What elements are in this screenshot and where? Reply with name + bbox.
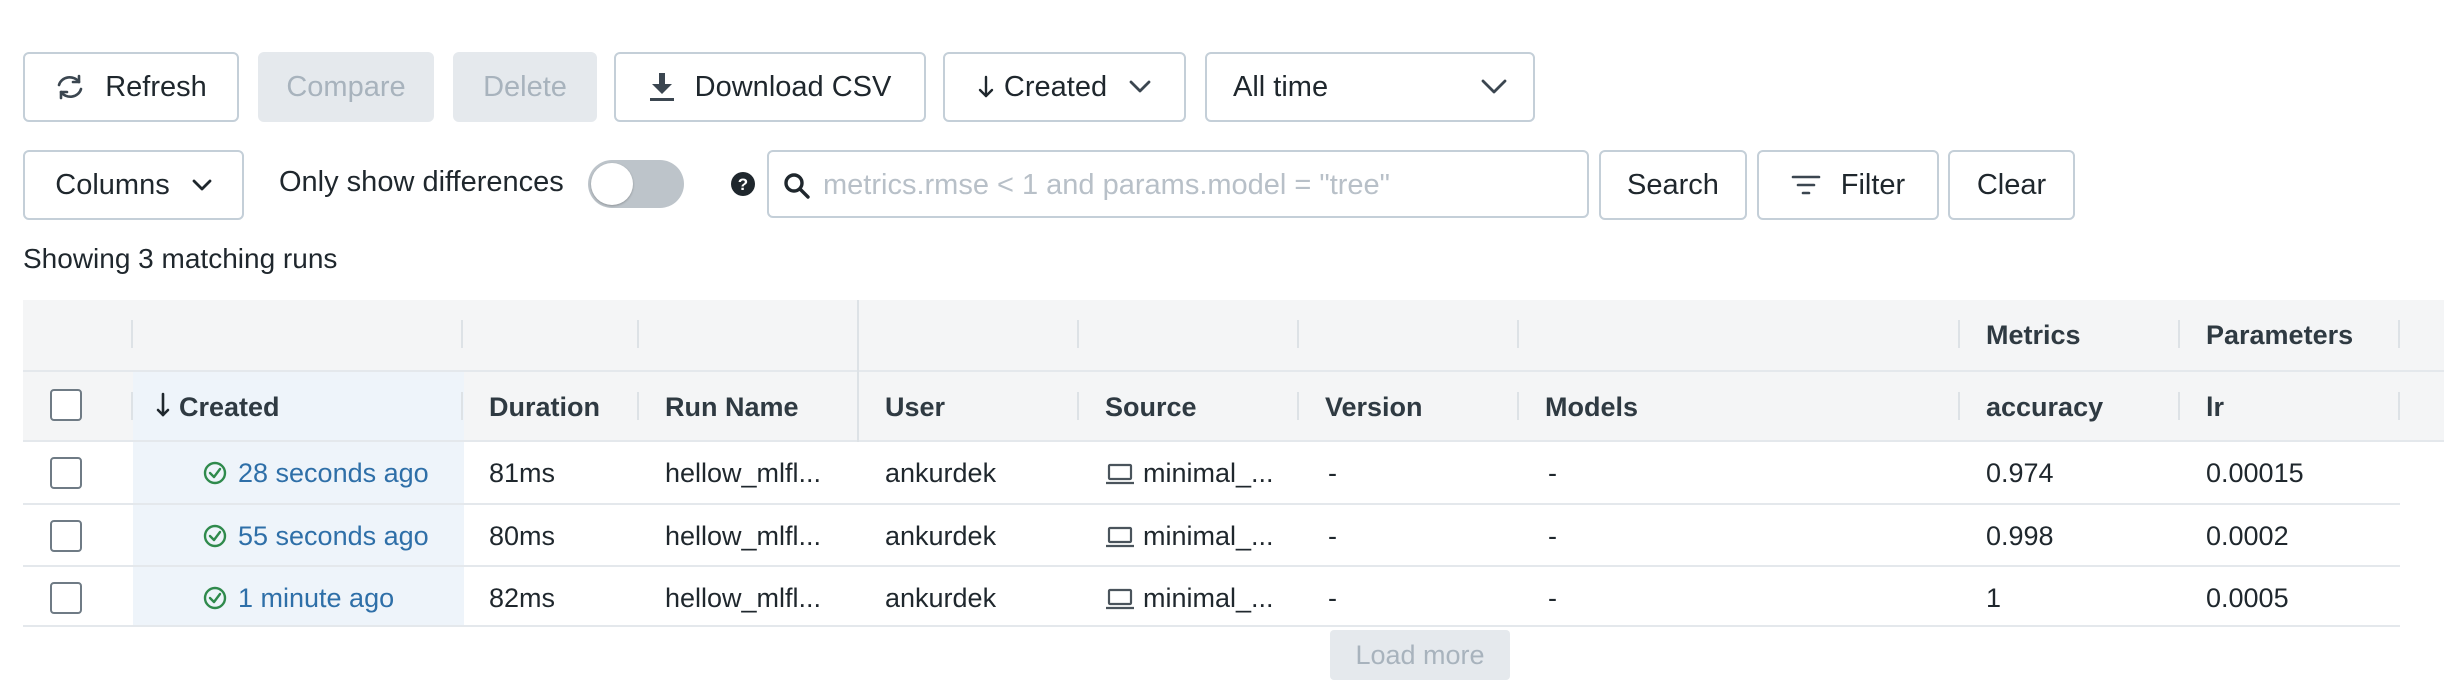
filter-icon <box>1791 174 1821 196</box>
clear-label: Clear <box>1976 168 2047 201</box>
refresh-button[interactable]: Refresh <box>23 52 239 122</box>
run-version: - <box>1328 583 1337 613</box>
run-duration: 81ms <box>489 458 556 488</box>
col-lr[interactable]: lr <box>2206 392 2224 423</box>
run-accuracy: 0.998 <box>1986 521 2054 551</box>
sort-label: Created <box>1003 70 1108 103</box>
chevron-down-icon <box>1129 80 1151 94</box>
delete-button[interactable]: Delete <box>453 52 597 122</box>
run-source[interactable]: minimal_... <box>1143 458 1274 489</box>
run-name[interactable]: hellow_mlfl... <box>665 583 821 614</box>
laptop-icon <box>1105 525 1135 554</box>
col-created[interactable]: Created <box>179 392 280 423</box>
col-version[interactable]: Version <box>1325 392 1423 423</box>
refresh-icon <box>55 74 85 100</box>
run-user: ankurdek <box>885 521 997 551</box>
arrow-down-icon <box>978 75 994 99</box>
col-run-name[interactable]: Run Name <box>665 392 799 423</box>
delete-label: Delete <box>483 70 567 103</box>
run-lr: 0.0005 <box>2206 583 2289 613</box>
run-lr: 0.00015 <box>2206 458 2304 488</box>
time-range-select[interactable]: All time <box>1205 52 1535 122</box>
help-icon[interactable]: ? <box>730 171 756 202</box>
only-show-differences-toggle[interactable] <box>588 160 684 208</box>
laptop-icon <box>1105 462 1135 491</box>
parameters-group-header: Parameters <box>2206 320 2354 350</box>
matching-runs-summary: Showing 3 matching runs <box>23 243 338 274</box>
run-name[interactable]: hellow_mlfl... <box>665 521 821 552</box>
table-row[interactable]: 55 seconds ago 80ms hellow_mlfl... ankur… <box>23 505 2400 567</box>
row-checkbox[interactable] <box>50 582 82 614</box>
refresh-label: Refresh <box>105 70 207 103</box>
svg-text:?: ? <box>738 175 748 194</box>
run-source[interactable]: minimal_... <box>1143 521 1274 552</box>
search-input[interactable] <box>821 152 1575 218</box>
chevron-down-icon <box>192 179 212 191</box>
download-icon <box>649 72 675 102</box>
search-button-label: Search <box>1627 168 1719 201</box>
toggle-knob <box>591 163 633 205</box>
only-show-differences-label: Only show differences <box>279 166 564 198</box>
chevron-down-icon <box>1481 79 1507 95</box>
columns-dropdown[interactable]: Columns <box>23 150 244 220</box>
download-csv-button[interactable]: Download CSV <box>614 52 926 122</box>
run-lr: 0.0002 <box>2206 521 2289 551</box>
col-user[interactable]: User <box>885 392 945 423</box>
run-user: ankurdek <box>885 583 997 613</box>
compare-button[interactable]: Compare <box>258 52 434 122</box>
col-source[interactable]: Source <box>1105 392 1197 423</box>
run-version: - <box>1328 521 1337 551</box>
laptop-icon <box>1105 587 1135 616</box>
sort-dropdown[interactable]: Created <box>943 52 1186 122</box>
check-circle-icon <box>203 461 227 490</box>
row-checkbox[interactable] <box>50 520 82 552</box>
download-csv-label: Download CSV <box>694 70 892 103</box>
filter-label: Filter <box>1840 168 1906 201</box>
run-models: - <box>1548 458 1557 488</box>
run-source[interactable]: minimal_... <box>1143 583 1274 614</box>
col-models[interactable]: Models <box>1545 392 1638 423</box>
table-row[interactable]: 1 minute ago 82ms hellow_mlfl... ankurde… <box>23 567 2400 629</box>
run-accuracy: 0.974 <box>1986 458 2054 488</box>
run-accuracy: 1 <box>1986 583 2002 613</box>
check-circle-icon <box>203 524 227 553</box>
load-more-label: Load more <box>1355 639 1485 670</box>
search-icon <box>783 172 811 205</box>
runs-table: Metrics Parameters Created Duration Run … <box>23 300 2444 629</box>
check-circle-icon <box>203 586 227 615</box>
row-checkbox[interactable] <box>50 457 82 489</box>
compare-label: Compare <box>286 70 406 103</box>
search-button[interactable]: Search <box>1599 150 1747 220</box>
run-created-link[interactable]: 55 seconds ago <box>238 521 429 552</box>
filter-button[interactable]: Filter <box>1757 150 1939 220</box>
run-models: - <box>1548 521 1557 551</box>
load-more-button[interactable]: Load more <box>1330 630 1510 680</box>
run-version: - <box>1328 458 1337 488</box>
sort-desc-icon <box>156 392 170 423</box>
table-row[interactable]: 28 seconds ago 81ms hellow_mlfl... ankur… <box>23 442 2400 504</box>
run-user: ankurdek <box>885 458 997 488</box>
clear-button[interactable]: Clear <box>1948 150 2075 220</box>
run-name[interactable]: hellow_mlfl... <box>665 458 821 489</box>
select-all-checkbox[interactable] <box>50 389 82 421</box>
columns-label: Columns <box>55 168 170 201</box>
run-duration: 82ms <box>489 583 556 613</box>
run-created-link[interactable]: 1 minute ago <box>238 583 394 614</box>
run-duration: 80ms <box>489 521 556 551</box>
search-field[interactable] <box>767 150 1589 218</box>
run-created-link[interactable]: 28 seconds ago <box>238 458 429 489</box>
col-duration[interactable]: Duration <box>489 392 600 423</box>
col-accuracy[interactable]: accuracy <box>1986 392 2103 423</box>
run-models: - <box>1548 583 1557 613</box>
metrics-group-header: Metrics <box>1986 320 2081 350</box>
time-range-value: All time <box>1233 70 1329 103</box>
